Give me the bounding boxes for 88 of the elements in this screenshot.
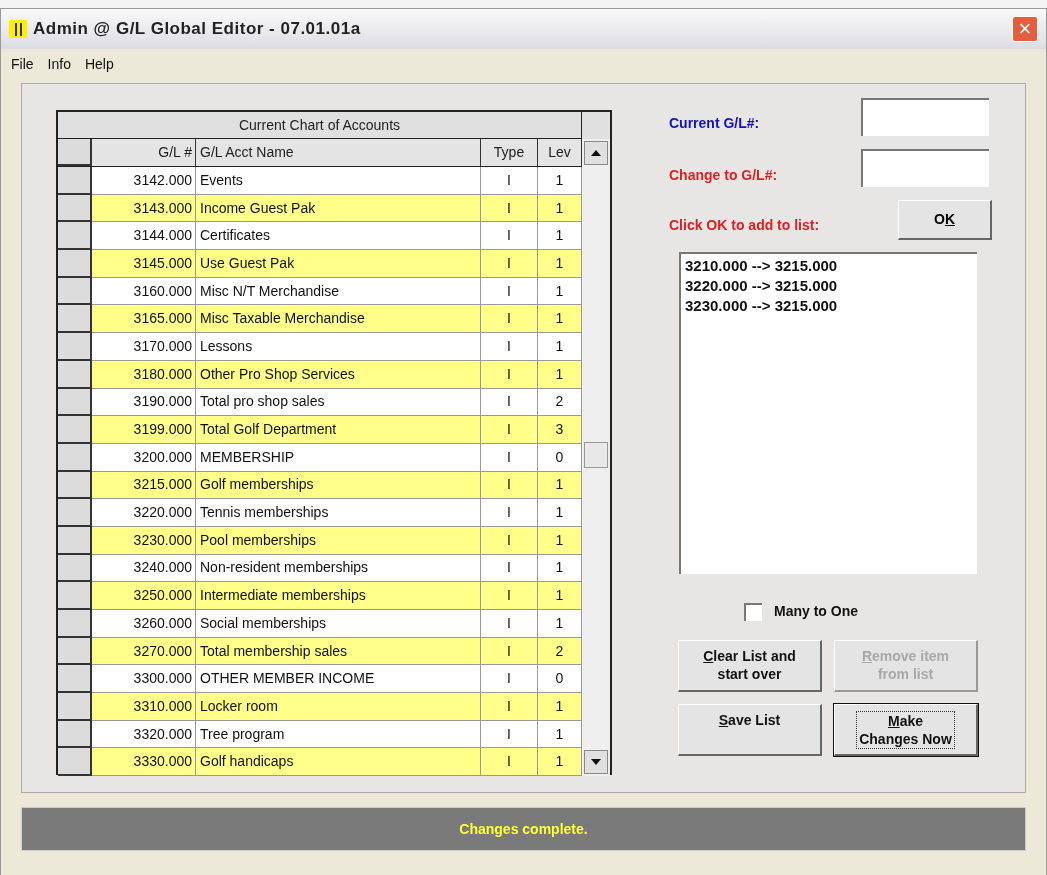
menu-item[interactable]: File — [5, 53, 40, 75]
type-cell: I — [481, 443, 538, 472]
row-selector[interactable] — [58, 720, 92, 749]
account-number-cell: 3170.000 — [92, 333, 196, 361]
row-selector[interactable] — [58, 637, 92, 666]
row-selector[interactable] — [58, 388, 92, 417]
ok-button[interactable]: OK — [898, 200, 992, 240]
change-list[interactable]: 3210.000 --> 3215.000 3220.000 --> 3215.000 3230.000 --> 3215.000 — [679, 252, 977, 574]
current-gl-field[interactable] — [861, 98, 989, 136]
row-selector[interactable] — [58, 139, 92, 166]
account-name-cell: Social memberships — [196, 610, 481, 638]
window-title: Admin @ G/L Global Editor - 07.01.01a — [33, 18, 361, 41]
account-name-cell: Lessons — [196, 333, 481, 361]
account-name-cell: Locker room — [196, 693, 481, 721]
row-selector[interactable] — [58, 360, 92, 389]
checkbox-label: Many to One — [774, 602, 858, 621]
account-name-cell: Tennis memberships — [196, 499, 481, 527]
account-name-cell: Use Guest Pak — [196, 250, 481, 278]
account-name-cell: Pool memberships — [196, 526, 481, 555]
account-number-cell: 3200.000 — [92, 443, 196, 472]
row-selector[interactable] — [58, 499, 92, 527]
account-name-cell: Golf handicaps — [196, 748, 481, 777]
row-selector[interactable] — [58, 250, 92, 278]
column-header[interactable]: Lev — [538, 139, 582, 166]
type-cell: I — [481, 693, 538, 721]
list-item[interactable]: 3230.000 --> 3215.000 — [685, 296, 838, 316]
row-selector[interactable] — [58, 665, 92, 694]
account-name-cell: Total Golf Department — [196, 416, 481, 444]
row-selector[interactable] — [58, 693, 92, 721]
type-cell: I — [481, 748, 538, 777]
row-selector[interactable] — [58, 167, 92, 195]
row-selector[interactable] — [58, 610, 92, 638]
type-cell: I — [481, 167, 538, 195]
account-number-cell: 3199.000 — [92, 416, 196, 444]
account-number-cell: 3310.000 — [92, 693, 196, 721]
type-cell: I — [481, 416, 538, 444]
action-button[interactable]: Clear List and start over — [678, 640, 822, 692]
account-number-cell: 3145.000 — [92, 250, 196, 278]
type-cell: I — [481, 333, 538, 361]
account-name-cell: Other Pro Shop Services — [196, 360, 481, 389]
action-button[interactable]: Make Changes Now — [834, 704, 978, 756]
field-label: Change to G/L#: — [669, 166, 778, 185]
column-header[interactable]: G/L # — [92, 139, 196, 166]
status-bar: Changes complete. — [21, 807, 1026, 851]
list-item[interactable]: 3210.000 --> 3215.000 — [685, 256, 838, 276]
list-item[interactable]: 3220.000 --> 3215.000 — [685, 276, 838, 296]
menu-item[interactable]: Info — [41, 53, 77, 75]
scrollbar[interactable] — [582, 139, 610, 777]
row-selector[interactable] — [58, 333, 92, 361]
account-number-cell: 3180.000 — [92, 360, 196, 389]
account-number-cell: 3260.000 — [92, 610, 196, 638]
app-icon — [9, 20, 27, 38]
type-cell: I — [481, 610, 538, 638]
row-selector[interactable] — [58, 526, 92, 555]
change-to-gl-field[interactable] — [861, 149, 989, 187]
account-name-cell: MEMBERSHIP — [196, 443, 481, 472]
row-selector[interactable] — [58, 554, 92, 583]
row-selector[interactable] — [58, 305, 92, 334]
scroll-down-button[interactable] — [584, 750, 608, 775]
up-arrow-icon — [591, 150, 601, 156]
down-arrow-icon — [591, 759, 601, 766]
account-number-cell: 3230.000 — [92, 526, 196, 555]
close-button[interactable]: × — [1012, 16, 1038, 42]
row-selector[interactable] — [58, 416, 92, 444]
account-name-cell: Events — [196, 167, 481, 195]
column-header[interactable]: G/L Acct Name — [196, 139, 481, 166]
row-selector[interactable] — [58, 222, 92, 251]
prompt-label: Click OK to add to list: — [669, 216, 820, 235]
checkbox[interactable] — [744, 602, 762, 621]
type-cell: I — [481, 499, 538, 527]
scroll-thumb[interactable] — [584, 442, 608, 468]
row-selector[interactable] — [58, 748, 92, 777]
menu-item[interactable]: Help — [78, 53, 120, 75]
account-number-cell: 3330.000 — [92, 748, 196, 777]
scroll-up-button[interactable] — [584, 141, 608, 165]
type-cell: I — [481, 360, 538, 389]
type-cell: I — [481, 250, 538, 278]
type-cell: I — [481, 526, 538, 555]
action-button[interactable]: Save List — [678, 704, 822, 756]
row-selector[interactable] — [58, 471, 92, 500]
row-selector[interactable] — [58, 277, 92, 306]
row-selector[interactable] — [58, 582, 92, 610]
row-selector[interactable] — [58, 443, 92, 472]
column-header[interactable]: Type — [481, 139, 538, 166]
field-label: Current G/L#: — [669, 114, 760, 133]
account-number-cell: 3220.000 — [92, 499, 196, 527]
row-selector[interactable] — [58, 194, 92, 223]
account-number-cell: 3142.000 — [92, 167, 196, 195]
